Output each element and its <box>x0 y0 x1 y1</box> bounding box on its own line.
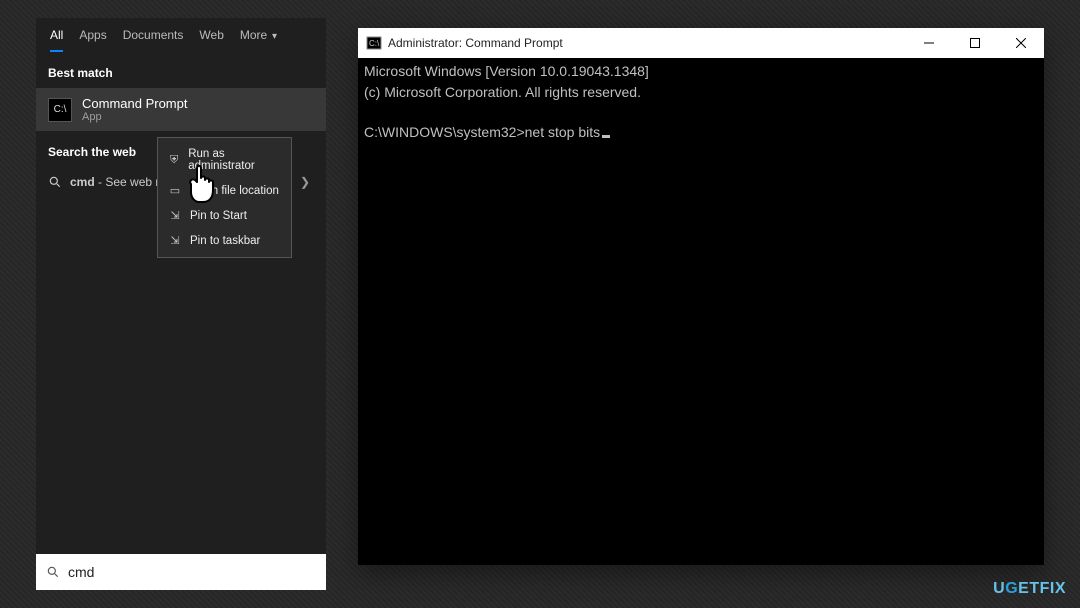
cmd-titlebar-icon: C:\ <box>366 35 382 51</box>
ctx-run-as-admin[interactable]: ⛨ Run as administrator <box>158 142 291 178</box>
ctx-pin-to-taskbar[interactable]: ⇲ Pin to taskbar <box>158 228 291 253</box>
watermark: UGETFIX <box>993 580 1066 598</box>
console-line: (c) Microsoft Corporation. All rights re… <box>364 84 641 100</box>
console-line: Microsoft Windows [Version 10.0.19043.13… <box>364 63 649 79</box>
ctx-label: Open file location <box>190 185 279 197</box>
search-icon <box>46 565 60 579</box>
tab-web[interactable]: Web <box>199 28 223 52</box>
ctx-label: Pin to taskbar <box>190 235 260 247</box>
tab-apps[interactable]: Apps <box>79 28 106 52</box>
window-title: Administrator: Command Prompt <box>388 36 906 50</box>
tab-documents[interactable]: Documents <box>123 28 184 52</box>
start-search-pane: All Apps Documents Web More ▾ Best match… <box>36 18 326 590</box>
minimize-icon <box>924 38 934 48</box>
result-command-prompt[interactable]: C:\ Command Prompt App <box>36 88 326 131</box>
shield-icon: ⛨ <box>168 154 180 167</box>
search-icon <box>48 175 62 189</box>
text-cursor <box>602 135 610 138</box>
chevron-down-icon: ▾ <box>269 31 277 50</box>
search-input[interactable] <box>68 564 316 580</box>
console-command: net stop bits <box>525 124 601 140</box>
folder-icon: ▭ <box>168 184 182 197</box>
command-prompt-icon: C:\ <box>48 98 72 122</box>
chevron-right-icon: ❯ <box>300 175 314 189</box>
tab-more[interactable]: More ▾ <box>240 28 277 52</box>
ctx-open-file-location[interactable]: ▭ Open file location <box>158 178 291 203</box>
result-subtitle: App <box>82 111 187 123</box>
pin-icon: ⇲ <box>168 234 182 247</box>
ctx-pin-to-start[interactable]: ⇲ Pin to Start <box>158 203 291 228</box>
maximize-button[interactable] <box>952 28 998 58</box>
tab-all[interactable]: All <box>50 28 63 52</box>
console-prompt: C:\WINDOWS\system32> <box>364 124 525 140</box>
ctx-label: Run as administrator <box>188 148 281 172</box>
pin-icon: ⇲ <box>168 209 182 222</box>
search-tabs: All Apps Documents Web More ▾ <box>36 18 326 52</box>
context-menu: ⛨ Run as administrator ▭ Open file locat… <box>157 137 292 258</box>
result-text: Command Prompt App <box>82 96 187 123</box>
command-prompt-window: C:\ Administrator: Command Prompt Micros… <box>358 28 1044 565</box>
ctx-label: Pin to Start <box>190 210 247 222</box>
maximize-icon <box>970 38 980 48</box>
close-icon <box>1016 38 1026 48</box>
close-button[interactable] <box>998 28 1044 58</box>
svg-text:C:\: C:\ <box>369 39 380 48</box>
search-box[interactable] <box>36 554 326 590</box>
minimize-button[interactable] <box>906 28 952 58</box>
console-output[interactable]: Microsoft Windows [Version 10.0.19043.13… <box>358 58 1044 565</box>
titlebar[interactable]: C:\ Administrator: Command Prompt <box>358 28 1044 58</box>
best-match-label: Best match <box>36 52 326 88</box>
result-title: Command Prompt <box>82 96 187 111</box>
